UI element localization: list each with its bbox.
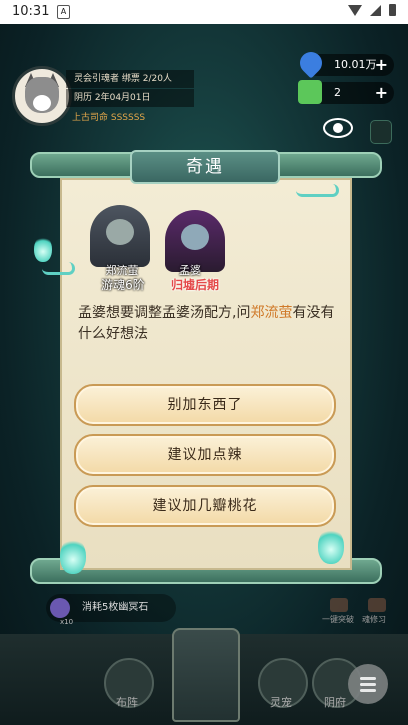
character-portrait-zheng (90, 205, 150, 267)
dialog-message: 孟婆想要调整孟婆汤配方,问郑流萤有没有什么好想法 (78, 303, 340, 345)
character-level-mengpo: 归墟后期 (170, 278, 219, 292)
nav-mansion-label: 阴府 (324, 696, 346, 709)
resource-gems-value: 10.01万 (334, 58, 377, 71)
eye-icon[interactable] (323, 118, 353, 138)
avatar-muzzle (33, 95, 51, 111)
add-gems-button[interactable]: + (375, 54, 388, 76)
blue-gem-icon (295, 47, 327, 79)
cultivate-icon[interactable] (368, 598, 386, 612)
menu-line-icon (360, 683, 376, 686)
green-cube-icon (298, 80, 322, 104)
choice-button-3[interactable]: 建议加几瓣桃花 (74, 485, 336, 527)
wifi-icon (348, 4, 362, 16)
ghost-flame-right (318, 528, 344, 564)
nav-formation-label: 布阵 (116, 696, 138, 709)
cost-count: x10 (60, 618, 74, 626)
resource-cubes-value: 2 (334, 86, 341, 99)
breakthrough-icon[interactable] (330, 598, 348, 612)
ghost-flame-left (60, 538, 86, 574)
notification-icon: A (57, 5, 70, 19)
nav-pet-label: 灵宠 (270, 696, 292, 709)
choice-button-1[interactable]: 别加东西了 (74, 384, 336, 426)
resource-gems: 10.01万 + (295, 47, 394, 79)
add-cubes-button[interactable]: + (375, 82, 388, 104)
character-level-zheng: 游魂6阶 (101, 278, 145, 292)
message-text: 孟婆想要调整孟婆汤配方,问 (78, 305, 251, 321)
cultivation-rank: 上古司命 SSSSSS (72, 113, 146, 123)
menu-line-icon (360, 689, 376, 692)
resource-cubes: 2 + (298, 80, 394, 104)
cultivate-label: 魂修习 (362, 615, 386, 624)
clock: 10:31 (12, 4, 50, 19)
cost-label: 消耗5枚幽冥石 (82, 602, 149, 613)
player-avatar[interactable] (12, 66, 72, 126)
message-highlight-name: 郑流萤 (250, 305, 293, 321)
portrait-face (106, 219, 134, 245)
floating-menu-button[interactable] (348, 664, 388, 704)
scroll-button[interactable] (370, 120, 392, 144)
center-shrine-button[interactable] (172, 628, 240, 722)
cloud-ornament-left (42, 262, 75, 275)
breakthrough-label: 一键突破 (322, 615, 354, 624)
signal-icon (370, 4, 381, 16)
cost-indicator: x10 消耗5枚幽冥石 (46, 594, 176, 626)
cloud-ornament-right (296, 184, 339, 197)
player-title-line: 灵会引魂者 绑票 2/20人 (66, 70, 194, 88)
menu-line-icon (360, 677, 376, 680)
status-bar: 10:31 A (0, 0, 408, 24)
calendar-line: 阴历 2年04月01日 (66, 89, 194, 107)
status-icons (348, 4, 396, 16)
choice-button-2[interactable]: 建议加点辣 (74, 434, 336, 476)
battery-icon (389, 4, 396, 16)
dialog-title: 奇遇 (130, 150, 280, 184)
ghost-flame-upper-left (34, 236, 52, 262)
portrait-face (181, 224, 209, 250)
